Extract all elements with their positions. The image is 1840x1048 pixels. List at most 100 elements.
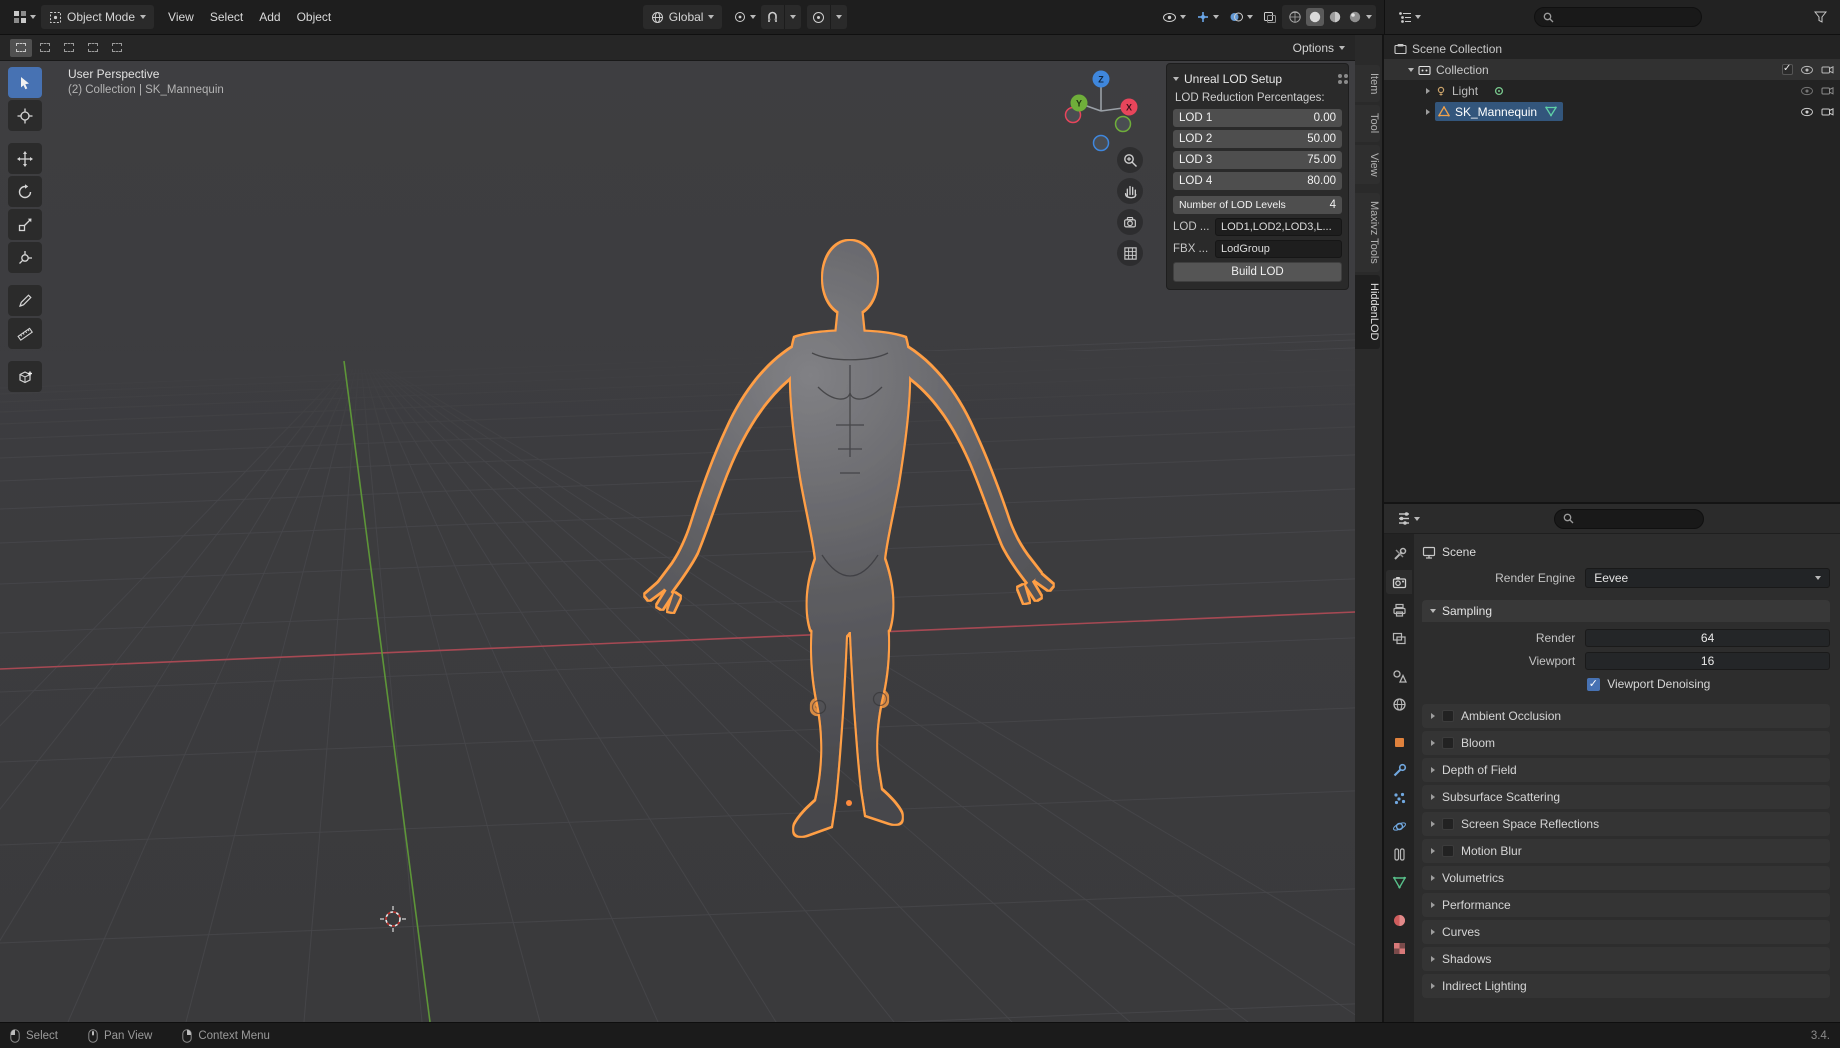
- hide-eye-icon[interactable]: [1800, 86, 1814, 96]
- tab-tool-properties[interactable]: [1386, 542, 1412, 566]
- mannequin-object[interactable]: [645, 241, 1053, 836]
- tab-output-properties[interactable]: [1386, 598, 1412, 622]
- measure-tool[interactable]: [8, 318, 42, 349]
- sampling-viewport-field[interactable]: 16: [1585, 651, 1830, 670]
- section-indirect-lighting[interactable]: Indirect Lighting: [1422, 974, 1830, 998]
- tab-texture-properties[interactable]: [1386, 936, 1412, 960]
- lod4-slider[interactable]: LOD 4 80.00: [1173, 172, 1342, 190]
- shading-solid-button[interactable]: [1306, 8, 1324, 26]
- transform-orientation-dropdown[interactable]: Global: [642, 5, 723, 29]
- show-gizmo-dropdown[interactable]: [1191, 5, 1224, 29]
- outliner-editor-type-button[interactable]: [1393, 5, 1426, 29]
- gizmo-axis-z-neg[interactable]: [1092, 134, 1110, 152]
- fbx-input[interactable]: LodGroup: [1215, 240, 1342, 258]
- menu-view[interactable]: View: [160, 5, 202, 29]
- overlays-dropdown[interactable]: [1224, 5, 1258, 29]
- properties-editor-type-button[interactable]: [1392, 507, 1425, 531]
- tab-scene-properties[interactable]: [1386, 664, 1412, 688]
- outliner-row-scene-collection[interactable]: Scene Collection: [1384, 38, 1840, 59]
- section-depth-of-field[interactable]: Depth of Field: [1422, 758, 1830, 782]
- disable-render-camera-icon[interactable]: [1821, 85, 1834, 96]
- snap-options-dropdown[interactable]: [784, 5, 801, 29]
- lod2-slider[interactable]: LOD 2 50.00: [1173, 130, 1342, 148]
- build-lod-button[interactable]: Build LOD: [1173, 262, 1342, 282]
- outliner-row-sk-mannequin[interactable]: SK_Mannequin: [1384, 101, 1840, 122]
- pan-hand-button[interactable]: [1117, 178, 1143, 204]
- tab-modifier-properties[interactable]: [1386, 758, 1412, 782]
- gizmo-axis-y-neg[interactable]: [1114, 115, 1132, 133]
- motion-blur-checkbox[interactable]: [1442, 845, 1454, 857]
- tab-view-layer-properties[interactable]: [1386, 626, 1412, 650]
- sidebar-tab-maxivz-tools[interactable]: Maxivz Tools: [1355, 193, 1380, 273]
- sidebar-tab-view[interactable]: View: [1355, 144, 1380, 185]
- section-motion-blur[interactable]: Motion Blur: [1422, 839, 1830, 863]
- ambient-occlusion-checkbox[interactable]: [1442, 710, 1454, 722]
- properties-search-input[interactable]: [1578, 512, 1679, 525]
- expand-icon[interactable]: [1408, 67, 1414, 72]
- shading-rendered-button[interactable]: [1346, 8, 1364, 26]
- ssr-checkbox[interactable]: [1442, 818, 1454, 830]
- section-ambient-occlusion[interactable]: Ambient Occlusion: [1422, 704, 1830, 728]
- tab-material-properties[interactable]: [1386, 908, 1412, 932]
- transform-tool[interactable]: [8, 242, 42, 273]
- outliner-filter-button[interactable]: [1809, 5, 1832, 29]
- disable-render-camera-icon[interactable]: [1821, 64, 1834, 75]
- select-mode-subtract-button[interactable]: [58, 39, 80, 57]
- xray-toggle[interactable]: [1258, 5, 1282, 29]
- sidebar-tab-hiddenlod[interactable]: HiddenLOD: [1355, 275, 1380, 349]
- selected-object-highlight[interactable]: SK_Mannequin: [1435, 102, 1564, 121]
- render-engine-dropdown[interactable]: Eevee: [1585, 568, 1830, 588]
- shading-wireframe-button[interactable]: [1286, 8, 1304, 26]
- disable-render-camera-icon[interactable]: [1821, 106, 1834, 117]
- hide-eye-icon[interactable]: [1800, 65, 1814, 75]
- section-curves[interactable]: Curves: [1422, 920, 1830, 944]
- ortho-toggle-button[interactable]: [1117, 240, 1143, 266]
- tab-object-data-properties[interactable]: [1386, 870, 1412, 894]
- rotate-tool[interactable]: [8, 176, 42, 207]
- cursor-tool[interactable]: [8, 100, 42, 131]
- snap-toggle[interactable]: [761, 5, 784, 29]
- sidebar-tab-item[interactable]: Item: [1355, 65, 1380, 103]
- lod-panel-header[interactable]: Unreal LOD Setup: [1173, 69, 1342, 89]
- outliner-search-input[interactable]: [1558, 11, 1679, 23]
- add-cube-tool[interactable]: [8, 361, 42, 392]
- outliner-row-collection[interactable]: Collection: [1384, 59, 1840, 80]
- select-mode-extend-button[interactable]: [34, 39, 56, 57]
- pivot-point-dropdown[interactable]: [728, 5, 761, 29]
- navigation-gizmo[interactable]: Z Y X: [1057, 67, 1145, 155]
- shading-material-button[interactable]: [1326, 8, 1344, 26]
- tab-constraint-properties[interactable]: [1386, 842, 1412, 866]
- viewport-denoising-checkbox[interactable]: [1587, 677, 1601, 691]
- tab-world-properties[interactable]: [1386, 692, 1412, 716]
- menu-select[interactable]: Select: [202, 5, 251, 29]
- menu-add[interactable]: Add: [251, 5, 288, 29]
- collection-checkbox[interactable]: [1782, 63, 1793, 75]
- select-mode-new-button[interactable]: [10, 38, 32, 57]
- section-shadows[interactable]: Shadows: [1422, 947, 1830, 971]
- tab-object-properties[interactable]: [1386, 730, 1412, 754]
- select-mode-intersect-button[interactable]: [106, 39, 128, 57]
- editor-type-button[interactable]: [8, 5, 41, 29]
- lod-levels-field[interactable]: Number of LOD Levels 4: [1173, 196, 1342, 214]
- outliner-search[interactable]: [1533, 7, 1702, 27]
- expand-icon[interactable]: [1426, 108, 1430, 115]
- tab-physics-properties[interactable]: [1386, 814, 1412, 838]
- annotate-tool[interactable]: [8, 285, 42, 316]
- visibility-dropdown[interactable]: [1157, 5, 1191, 29]
- section-volumetrics[interactable]: Volumetrics: [1422, 866, 1830, 890]
- outliner-row-light[interactable]: Light: [1384, 80, 1840, 101]
- menu-object[interactable]: Object: [289, 5, 340, 29]
- breadcrumb-scene-label[interactable]: Scene: [1442, 545, 1476, 559]
- lod-names-input[interactable]: LOD1,LOD2,LOD3,L...: [1215, 218, 1342, 236]
- section-bloom[interactable]: Bloom: [1422, 731, 1830, 755]
- tab-particle-properties[interactable]: [1386, 786, 1412, 810]
- select-mode-invert-button[interactable]: [82, 39, 104, 57]
- proportional-edit-toggle[interactable]: [807, 5, 830, 29]
- move-tool[interactable]: [8, 143, 42, 174]
- section-screen-space-reflections[interactable]: Screen Space Reflections: [1422, 812, 1830, 836]
- sampling-render-field[interactable]: 64: [1585, 628, 1830, 647]
- sampling-panel-header[interactable]: Sampling: [1422, 600, 1830, 622]
- lod3-slider[interactable]: LOD 3 75.00: [1173, 151, 1342, 169]
- lod1-slider[interactable]: LOD 1 0.00: [1173, 109, 1342, 127]
- tool-options-dropdown[interactable]: Options: [1293, 41, 1345, 55]
